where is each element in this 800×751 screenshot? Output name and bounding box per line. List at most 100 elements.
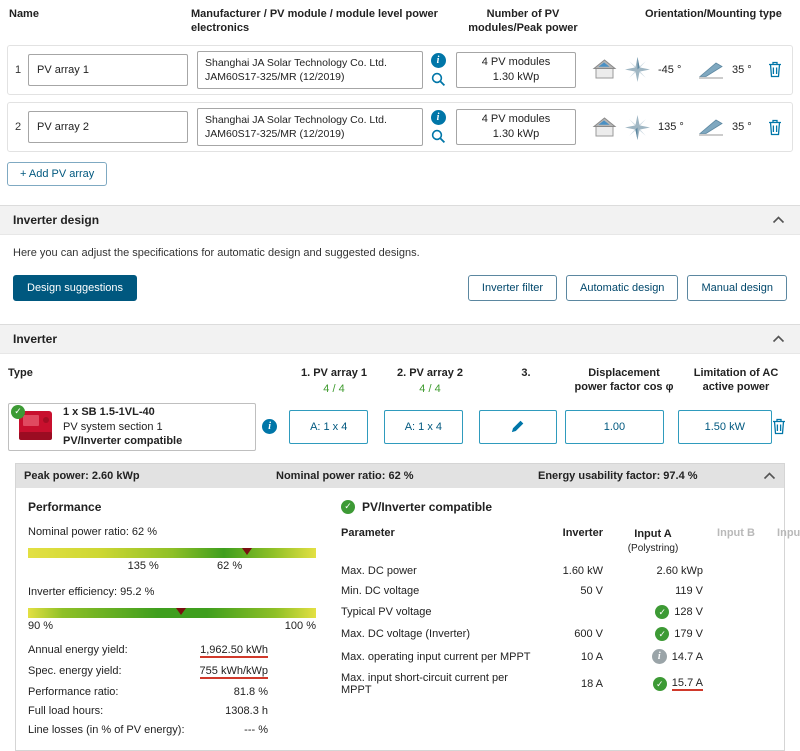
page: Name Manufacturer / PV module / module l… [0, 0, 800, 751]
stat-value: 755 kWh/kWp [199, 664, 268, 679]
tilt-value: 35 ° [732, 63, 752, 76]
compatibility-panel: ✓ PV/Inverter compatible Parameter Inver… [333, 499, 800, 736]
inverter-type-text: 1 x SB 1.5-1VL-40 PV system section 1 PV… [63, 405, 182, 448]
row-index: 1 [15, 63, 22, 76]
param-label: Max. DC voltage (Inverter) [341, 628, 470, 641]
detail-body: Performance Nominal power ratio: 62 % 13… [16, 487, 800, 750]
meter-ticks: 135 % 62 % [28, 560, 316, 574]
trash-icon[interactable] [768, 119, 782, 136]
input-a-value: 15.7 A [671, 677, 703, 692]
inverter-design-header: Inverter design [0, 205, 800, 236]
chevron-up-icon[interactable] [770, 333, 787, 345]
array3-edit-button[interactable] [478, 409, 558, 444]
compat-row: Max. input short-circuit current per MPP… [341, 672, 800, 696]
meter-bar [28, 547, 316, 558]
info-icon[interactable]: i [262, 419, 278, 435]
header-orientation: Orientation/Mounting type [645, 8, 782, 20]
magnifier-icon[interactable] [431, 129, 446, 144]
param-label: Min. DC voltage [341, 585, 420, 598]
input-a-cell: 2.60 kWp [603, 565, 703, 577]
magnifier-icon[interactable] [431, 72, 446, 87]
compass-icon [625, 114, 650, 140]
module-actions: i [423, 52, 453, 87]
info-icon[interactable]: i [430, 110, 446, 126]
tilt-icon [698, 61, 724, 79]
inverter-detail-panel: Peak power: 2.60 kWp Nominal power ratio… [15, 462, 800, 751]
param-label: Typical PV voltage [341, 606, 432, 619]
check-icon: ✓ [655, 605, 670, 620]
nominal-ratio-label: Nominal power ratio: 62 % [28, 525, 158, 538]
pv-array-name-input[interactable] [28, 53, 188, 86]
col-input-b: Input B [717, 526, 755, 539]
tick-label: 100 % [284, 619, 316, 632]
stat-row: Performance ratio: 81.8 % [28, 686, 268, 698]
trash-icon[interactable] [772, 418, 786, 435]
stat-row: Full load hours: 1308.3 h [28, 705, 268, 717]
check-icon: ✓ [655, 627, 670, 642]
inverter-info-cell: i [256, 419, 284, 435]
chevron-up-icon[interactable] [770, 214, 787, 226]
modules-count-box: 4 PV modules 1.30 kWp [456, 109, 576, 146]
inverter-type-box[interactable]: ✓ 1 x SB 1.5-1VL-40 PV system section 1 … [8, 402, 256, 451]
inverter-design-section: Inverter design Here you can adjust the … [0, 205, 800, 315]
array1-count: 4 / 4 [323, 383, 345, 396]
pv-array-name-input[interactable] [28, 111, 188, 144]
col-ac-limit: Limitation of AC active power [693, 367, 779, 394]
param-label: Max. input short-circuit current per MPP… [341, 672, 508, 697]
peak-power: 1.30 kWp [492, 70, 540, 83]
array2-count: 4 / 4 [419, 383, 441, 396]
module-select-box[interactable]: Shanghai JA Solar Technology Co. Ltd. JA… [197, 107, 423, 147]
tilt-value: 35 ° [732, 121, 752, 134]
peak-power: 1.30 kWp [492, 128, 540, 141]
modules-count: 4 PV modules [481, 113, 551, 126]
compatibility-header: ✓ PV/Inverter compatible [341, 499, 800, 514]
col-input-a: Input A (Polystring) [627, 527, 679, 555]
inverter-value: 10 A [580, 650, 603, 663]
inverter-section: Inverter Type 1. PV array 1 4 / 4 2. PV … [0, 324, 800, 751]
manual-design-button[interactable]: Manual design [687, 275, 787, 302]
orientation-cell: -45 ° 35 ° [592, 57, 764, 83]
tick-label: 90 % [28, 619, 54, 632]
compatibility-title: PV/Inverter compatible [362, 499, 493, 514]
module-type: JAM60S17-325/MR (12/2019) [205, 70, 345, 83]
inverter-value: 18 A [580, 678, 603, 691]
inverter-value: 600 V [574, 628, 603, 641]
ac-limit-field[interactable]: 1.50 kW [677, 409, 772, 444]
compat-table-header: Parameter Inverter Input A (Polystring) … [341, 527, 800, 556]
inverter-status: PV/Inverter compatible [63, 434, 183, 447]
col-input-c: Input C [777, 526, 800, 539]
array1-input-button[interactable]: A: 1 x 4 [289, 409, 369, 444]
stat-value: 1308.3 h [225, 704, 268, 717]
row-index: 2 [15, 121, 22, 134]
input-a-cell: ✓ 15.7 A [603, 677, 703, 692]
inverter-filter-button[interactable]: Inverter filter [467, 275, 558, 302]
tilt-icon [698, 118, 724, 136]
add-pv-array-button[interactable]: + Add PV array [7, 162, 108, 187]
array2-input-button[interactable]: A: 1 x 4 [384, 409, 463, 444]
usability-summary: Energy usability factor: 97.4 % [538, 469, 698, 482]
automatic-design-button[interactable]: Automatic design [566, 275, 679, 302]
info-icon[interactable]: i [430, 52, 446, 68]
col-pv-array-3: 3. [521, 367, 531, 380]
col-inverter: Inverter [562, 526, 603, 539]
info-icon[interactable]: i [651, 649, 667, 665]
inverter-header: Inverter [0, 324, 800, 355]
design-description: Here you can adjust the specifications f… [13, 247, 420, 260]
param-label: Max. operating input current per MPPT [341, 650, 531, 663]
compass-icon [625, 57, 650, 83]
tick-label: 135 % [127, 559, 159, 572]
col-parameter: Parameter [341, 526, 395, 539]
module-select-box[interactable]: Shanghai JA Solar Technology Co. Ltd. JA… [197, 50, 423, 89]
inverter-design-body: Here you can adjust the specifications f… [0, 235, 800, 315]
cos-phi-field[interactable]: 1.00 [565, 409, 664, 444]
nominal-ratio-meter: 135 % 62 % [28, 547, 316, 574]
azimuth-value: 135 ° [658, 121, 684, 134]
design-suggestions-button[interactable]: Design suggestions [13, 275, 138, 302]
chevron-up-icon[interactable] [761, 470, 778, 482]
stat-label: Performance ratio: [28, 685, 119, 698]
stat-label: Spec. energy yield: [28, 664, 122, 677]
header-modules: Number of PV modules/Peak power [468, 8, 578, 34]
trash-icon[interactable] [768, 61, 782, 78]
inverter-body: Type 1. PV array 1 4 / 4 2. PV array 2 4… [0, 354, 800, 751]
input-a-value: 2.60 kWp [656, 565, 703, 578]
